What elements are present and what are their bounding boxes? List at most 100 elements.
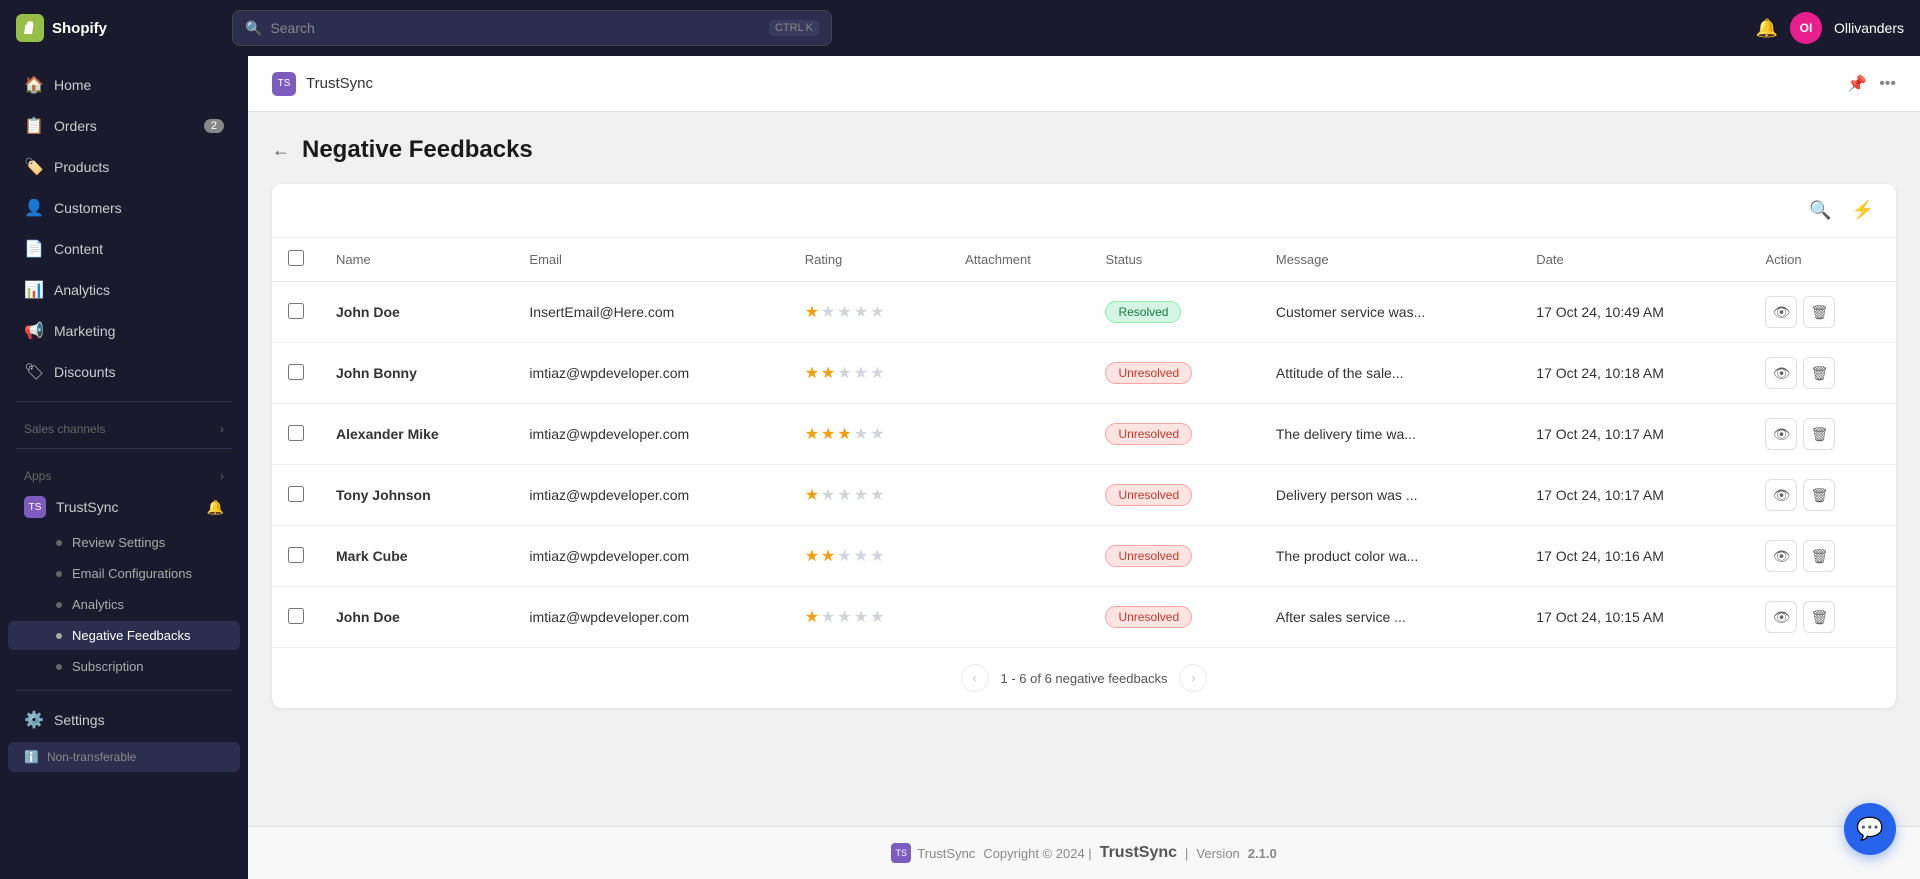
select-all-checkbox[interactable] [288,250,304,266]
search-input[interactable] [270,20,760,36]
trustsync-bell-icon[interactable]: 🔔 [207,499,224,516]
row-checkbox-cell [272,404,320,465]
delete-button-1[interactable]: 🗑 [1803,357,1835,389]
star-2: ★ [821,363,835,383]
sales-channels-expand-icon[interactable]: › [220,422,224,436]
star-2: ★ [821,607,835,627]
delete-button-2[interactable]: 🗑 [1803,418,1835,450]
view-button-1[interactable]: 👁 [1765,357,1797,389]
col-attachment: Attachment [949,238,1089,282]
star-1: ★ [805,485,819,505]
sidebar-item-content[interactable]: 📄 Content [8,229,240,269]
row-checkbox-1[interactable] [288,364,304,380]
star-3: ★ [837,485,851,505]
avatar[interactable]: OI [1790,12,1822,44]
footer-brand-link[interactable]: TrustSync [1100,844,1177,862]
row-attachment [949,282,1089,343]
row-checkbox-cell [272,282,320,343]
delete-button-5[interactable]: 🗑 [1803,601,1835,633]
subnav-negative-feedbacks[interactable]: Negative Feedbacks [8,621,240,650]
apps-expand-icon[interactable]: › [220,469,224,483]
star-4: ★ [854,302,868,322]
subnav-email-configurations[interactable]: Email Configurations [8,559,240,588]
sidebar-item-marketing[interactable]: 📢 Marketing [8,311,240,351]
star-5: ★ [870,607,884,627]
app-footer: TS TrustSync Copyright © 2024 | TrustSyn… [248,826,1920,879]
sidebar-label-products: Products [54,159,109,175]
next-page-button[interactable]: › [1179,664,1207,692]
table-row: John Doe InsertEmail@Here.com ★★★★★ Reso… [272,282,1896,343]
brand-logo[interactable]: Shopify [16,14,216,42]
subnav-analytics[interactable]: Analytics [8,590,240,619]
view-button-4[interactable]: 👁 [1765,540,1797,572]
row-rating: ★★★★★ [789,587,949,648]
delete-button-3[interactable]: 🗑 [1803,479,1835,511]
table-row: John Bonny imtiaz@wpdeveloper.com ★★★★★ … [272,343,1896,404]
row-actions: 👁 🗑 [1749,404,1896,465]
sidebar-item-orders[interactable]: 📋 Orders 2 [8,106,240,146]
view-button-3[interactable]: 👁 [1765,479,1797,511]
prev-page-button[interactable]: ‹ [961,664,989,692]
row-checkbox-4[interactable] [288,547,304,563]
trustsync-label: TrustSync [56,499,119,515]
row-date: 17 Oct 24, 10:16 AM [1520,526,1749,587]
filter-toolbar-button[interactable]: ⚡ [1846,196,1880,225]
star-2: ★ [821,546,835,566]
search-bar[interactable]: 🔍 CTRL K [232,10,832,46]
row-checkbox-0[interactable] [288,303,304,319]
main-layout: 🏠 Home 📋 Orders 2 🏷️ Products 👤 Customer… [0,56,1920,879]
sidebar-label-content: Content [54,241,103,257]
row-email: InsertEmail@Here.com [513,282,788,343]
status-badge: Unresolved [1105,606,1192,628]
row-status: Unresolved [1089,465,1259,526]
products-icon: 🏷️ [24,157,44,177]
action-buttons: 👁 🗑 [1765,296,1880,328]
pin-icon[interactable]: 📌 [1847,74,1867,94]
view-button-5[interactable]: 👁 [1765,601,1797,633]
dot-icon [56,602,62,608]
row-actions: 👁 🗑 [1749,343,1896,404]
sidebar-label-orders: Orders [54,118,97,134]
app-header-right: 📌 ••• [1847,74,1896,94]
star-4: ★ [854,485,868,505]
row-message: The product color wa... [1260,526,1520,587]
subnav-review-settings-label: Review Settings [72,535,165,550]
row-email: imtiaz@wpdeveloper.com [513,343,788,404]
table-toolbar: 🔍 ⚡ [272,184,1896,238]
subnav-subscription[interactable]: Subscription [8,652,240,681]
home-icon: 🏠 [24,75,44,95]
trustsync-nav-item[interactable]: TS TrustSync 🔔 [8,488,240,526]
topbar: Shopify 🔍 CTRL K 🔔 OI Ollivanders [0,0,1920,56]
sidebar-item-customers[interactable]: 👤 Customers [8,188,240,228]
action-buttons: 👁 🗑 [1765,601,1880,633]
sidebar-item-discounts[interactable]: 🏷 Discounts [8,352,240,392]
row-message: Delivery person was ... [1260,465,1520,526]
star-1: ★ [805,424,819,444]
row-checkbox-3[interactable] [288,486,304,502]
star-4: ★ [854,546,868,566]
sales-channels-label: Sales channels › [0,410,248,440]
subnav-review-settings[interactable]: Review Settings [8,528,240,557]
feedbacks-table: Name Email Rating Attachment Status Mess… [272,238,1896,647]
row-checkbox-5[interactable] [288,608,304,624]
footer-icon: TS [891,843,911,863]
star-1: ★ [805,546,819,566]
back-button[interactable]: ← [272,140,290,161]
non-transferable-badge: ℹ️ Non-transferable [8,742,240,772]
app-header: TS TrustSync 📌 ••• [248,56,1920,112]
more-options-icon[interactable]: ••• [1879,75,1896,93]
sidebar-item-analytics[interactable]: 📊 Analytics [8,270,240,310]
delete-button-0[interactable]: 🗑 [1803,296,1835,328]
notification-icon[interactable]: 🔔 [1756,18,1778,39]
row-checkbox-2[interactable] [288,425,304,441]
search-toolbar-button[interactable]: 🔍 [1803,196,1837,225]
sidebar-item-products[interactable]: 🏷️ Products [8,147,240,187]
view-button-2[interactable]: 👁 [1765,418,1797,450]
chat-fab-button[interactable]: 💬 [1844,803,1896,855]
delete-button-4[interactable]: 🗑 [1803,540,1835,572]
app-header-title: TrustSync [306,75,373,92]
sidebar-item-home[interactable]: 🏠 Home [8,65,240,105]
sidebar-item-settings[interactable]: ⚙️ Settings [8,700,240,740]
view-button-0[interactable]: 👁 [1765,296,1797,328]
orders-badge: 2 [204,119,224,133]
